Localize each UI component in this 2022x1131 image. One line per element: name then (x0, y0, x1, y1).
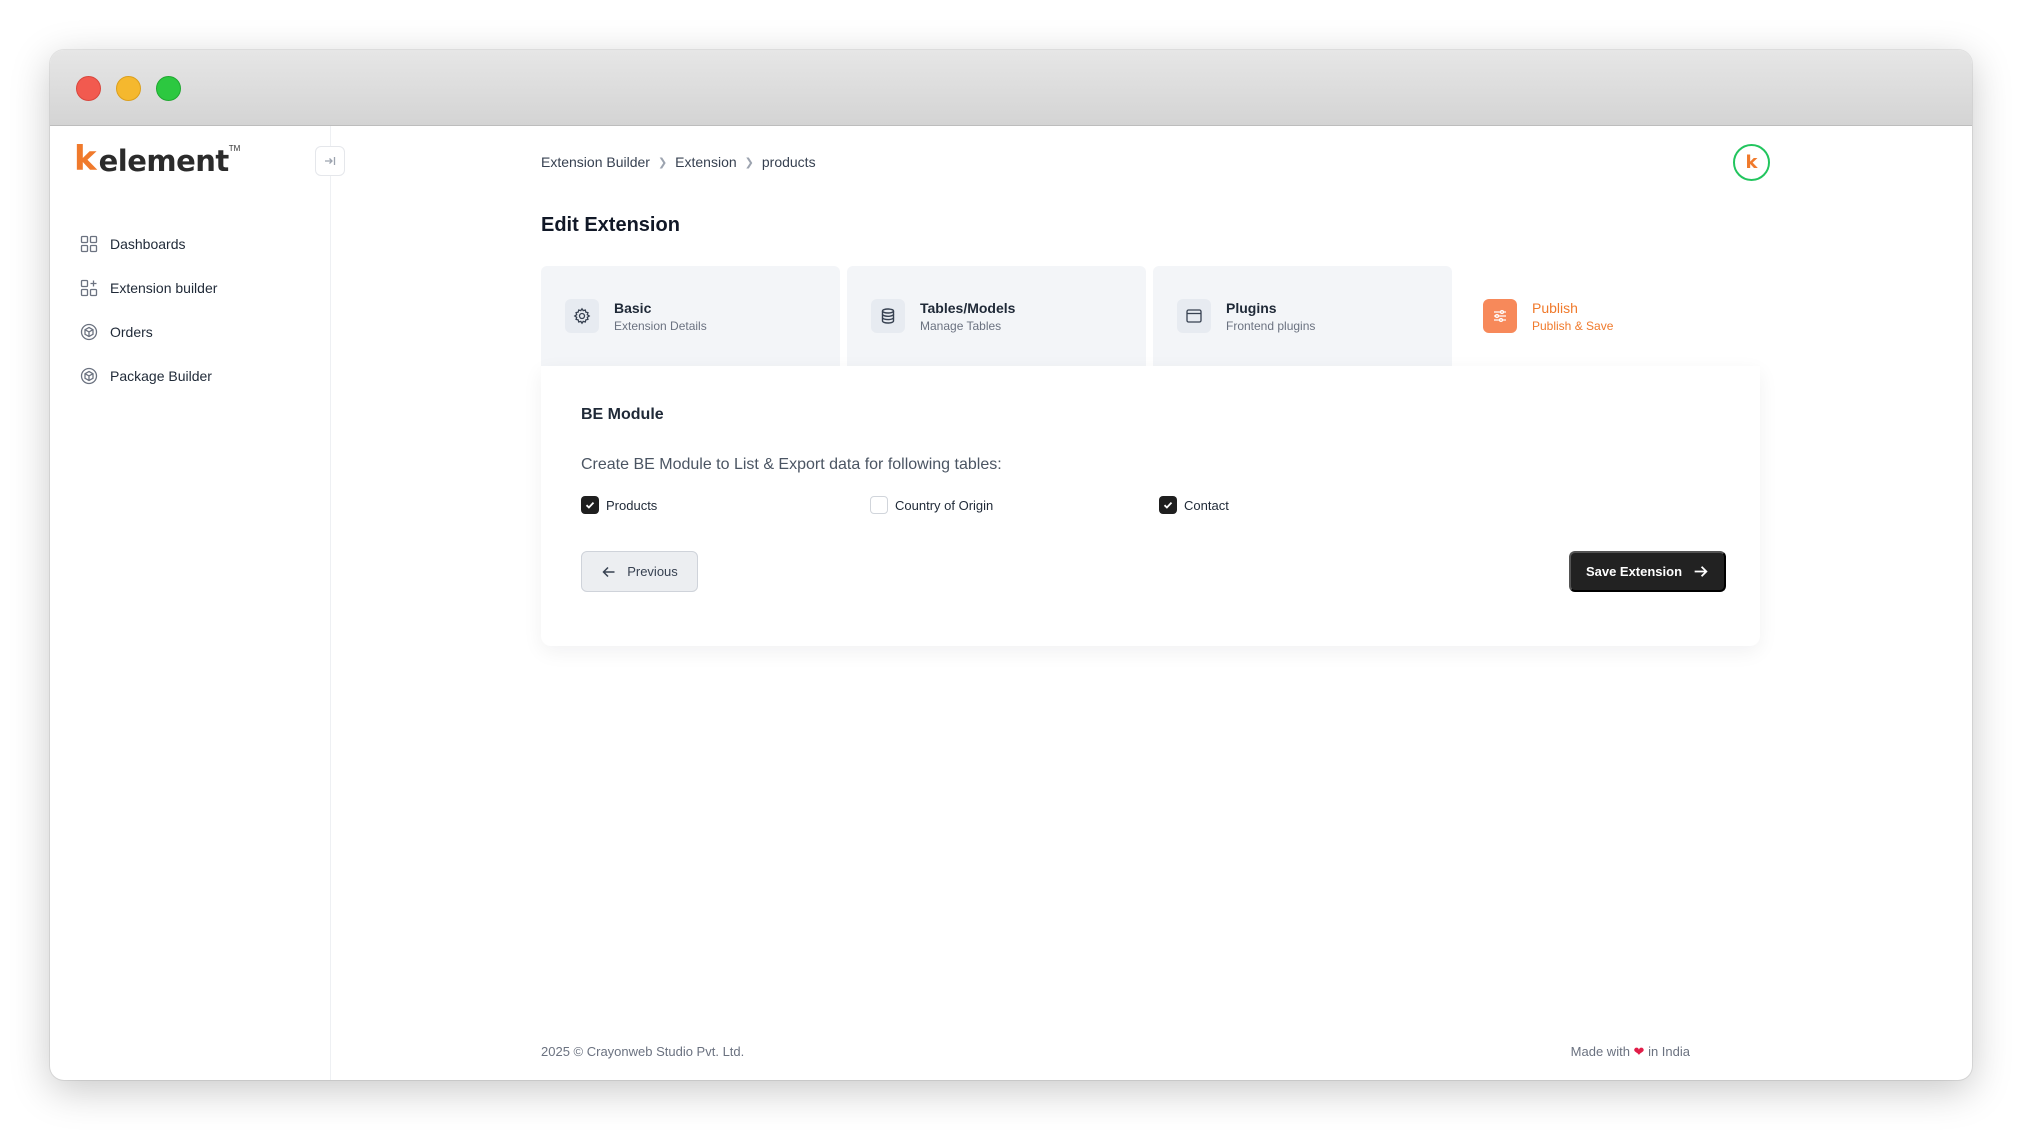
arrow-right-icon (1694, 566, 1708, 577)
checkbox-label: Contact (1184, 497, 1229, 513)
section-description: Create BE Module to List & Export data f… (581, 456, 1002, 473)
previous-button-label: Previous (627, 564, 678, 579)
check-icon (1163, 501, 1173, 509)
checkbox-products[interactable]: Products (581, 496, 870, 514)
window-icon (1177, 299, 1211, 333)
brand-logo[interactable]: k element TM (74, 142, 240, 176)
grid-plus-icon (80, 279, 98, 297)
checkbox-country-of-origin[interactable]: Country of Origin (870, 496, 1159, 514)
arrow-left-icon (602, 566, 615, 577)
app-body: k element TM Dashboards Extension builde… (50, 126, 1972, 1080)
app-window: k element TM Dashboards Extension builde… (50, 50, 1972, 1080)
sidebar-item-label: Extension builder (110, 280, 218, 296)
step-subtitle: Extension Details (614, 318, 707, 333)
sidebar: k element TM Dashboards Extension builde… (50, 126, 331, 1080)
made-with-suffix: in India (1648, 1044, 1690, 1059)
table-checkbox-list: Products Country of Origin Contact (581, 496, 1448, 514)
minimize-window-button[interactable] (116, 76, 141, 101)
main-content: Extension Builder ❯ Extension ❯ products… (331, 126, 1972, 1080)
breadcrumb-item-current: products (761, 154, 816, 170)
avatar-logo-mark: k (1745, 152, 1758, 173)
breadcrumb: Extension Builder ❯ Extension ❯ products (541, 154, 816, 170)
window-titlebar (50, 50, 1972, 126)
checkbox-contact[interactable]: Contact (1159, 496, 1448, 514)
chevron-right-icon: ❯ (744, 156, 754, 169)
checkbox-checked[interactable] (581, 496, 599, 514)
heart-icon: ❤ (1633, 1044, 1645, 1059)
checkbox-label: Products (606, 497, 658, 513)
checkbox-label: Country of Origin (895, 497, 994, 513)
step-title: Publish (1532, 299, 1578, 316)
step-title: Basic (614, 299, 652, 316)
breadcrumb-item-extension-builder[interactable]: Extension Builder (541, 154, 650, 170)
sidebar-item-orders[interactable]: Orders (80, 310, 217, 354)
step-subtitle: Frontend plugins (1226, 318, 1316, 333)
step-subtitle: Publish & Save (1532, 318, 1614, 333)
sidebar-item-dashboards[interactable]: Dashboards (80, 222, 217, 266)
step-title: Tables/Models (920, 299, 1016, 316)
wizard-steps: Basic Extension Details Tables/Models Ma… (541, 266, 1765, 366)
sidebar-item-label: Orders (110, 324, 153, 340)
user-avatar[interactable]: k (1733, 144, 1770, 181)
check-icon (585, 501, 595, 509)
step-publish[interactable]: Publish Publish & Save (1459, 266, 1758, 366)
be-module-card: BE Module Create BE Module to List & Exp… (541, 366, 1760, 646)
maximize-window-button[interactable] (156, 76, 181, 101)
step-title: Plugins (1226, 299, 1277, 316)
step-tables-models[interactable]: Tables/Models Manage Tables (847, 266, 1146, 366)
sidebar-item-label: Package Builder (110, 368, 212, 384)
grid-icon (80, 235, 98, 253)
save-button-label: Save Extension (1585, 564, 1683, 579)
checkbox-checked[interactable] (1159, 496, 1177, 514)
checkbox-unchecked[interactable] (870, 496, 888, 514)
breadcrumb-item-extension[interactable]: Extension (675, 154, 736, 170)
section-title: BE Module (581, 406, 664, 423)
step-subtitle: Manage Tables (920, 318, 1002, 333)
step-basic[interactable]: Basic Extension Details (541, 266, 840, 366)
sidebar-item-extension-builder[interactable]: Extension builder (80, 266, 217, 310)
sidebar-item-label: Dashboards (110, 236, 186, 252)
close-window-button[interactable] (76, 76, 101, 101)
cube-icon (80, 323, 98, 341)
cube-icon (80, 367, 98, 385)
footer-copyright: 2025 © Crayonweb Studio Pvt. Ltd. (541, 1044, 745, 1059)
sliders-icon (1483, 299, 1517, 333)
database-icon (871, 299, 905, 333)
gear-icon (565, 299, 599, 333)
previous-button[interactable]: Previous (581, 551, 698, 592)
logo-trademark: TM (228, 144, 241, 153)
sidebar-nav: Dashboards Extension builder Orders Pack… (80, 222, 217, 398)
sidebar-item-package-builder[interactable]: Package Builder (80, 354, 217, 398)
footer-made-with: Made with ❤ in India (1571, 1044, 1690, 1060)
logo-mark: k (74, 139, 97, 179)
save-extension-button[interactable]: Save Extension (1569, 551, 1726, 592)
logo-text: element (98, 144, 230, 178)
made-with-prefix: Made with (1570, 1044, 1630, 1059)
step-plugins[interactable]: Plugins Frontend plugins (1153, 266, 1452, 366)
page-title: Edit Extension (541, 214, 680, 236)
chevron-right-icon: ❯ (657, 156, 668, 169)
